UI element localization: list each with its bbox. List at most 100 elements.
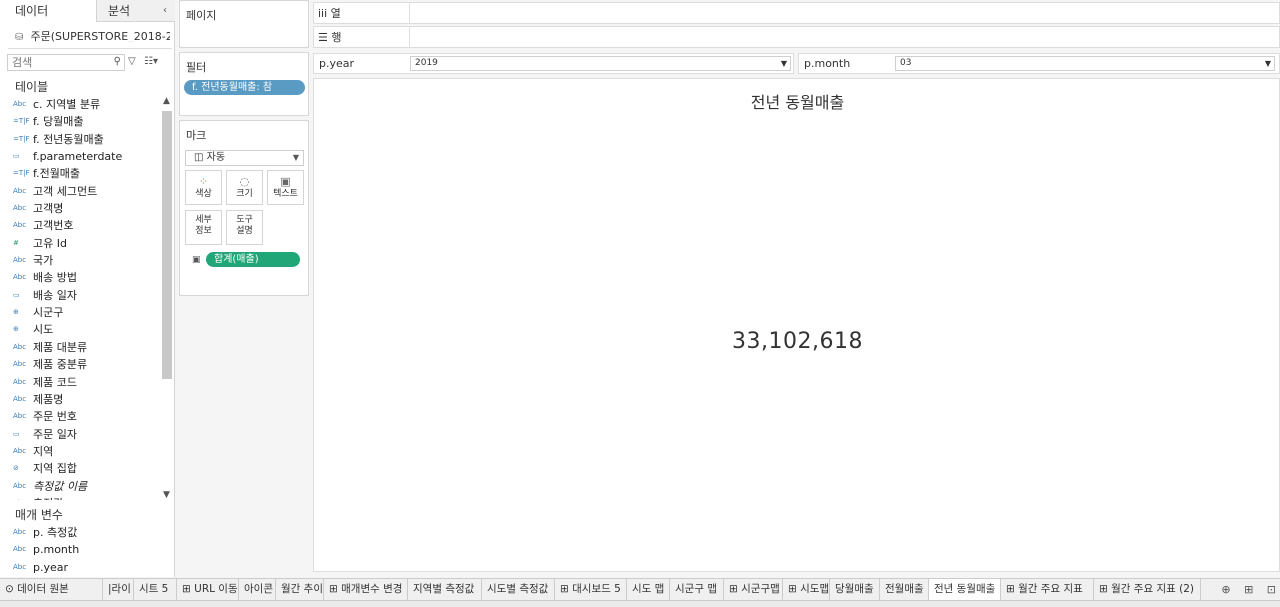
field-list-scrollbar[interactable]: ▲ ▼	[161, 96, 173, 500]
sheet-tab[interactable]: |라이	[103, 579, 134, 600]
color-button[interactable]: ⁘ 색상	[185, 170, 222, 205]
tab-data[interactable]: 데이터	[0, 0, 96, 22]
new-sheet-icons[interactable]: ⊕ ⊞ ⊡	[1221, 579, 1280, 600]
sheet-tab[interactable]: ⊞ 시군구맵	[724, 579, 783, 600]
sheet-tab[interactable]: 시도 맵	[627, 579, 670, 600]
field-item[interactable]: =T|F f.전월매출	[0, 165, 160, 182]
sheet-tab[interactable]: 전월매출	[880, 579, 929, 600]
chevron-down-icon: ▼	[780, 59, 787, 68]
field-item[interactable]: Abc 고객 세그먼트	[0, 183, 160, 200]
parameter-item[interactable]: Abc p. 측정값	[0, 524, 160, 541]
parameter-list: Abc p. 측정값 Abc p.month Abc p.year	[0, 524, 160, 576]
field-item[interactable]: Abc 국가	[0, 252, 160, 269]
field-item[interactable]: Abc 주문 번호	[0, 408, 160, 425]
parameter-item[interactable]: Abc p.month	[0, 541, 160, 558]
collapse-pane-icon[interactable]: ‹	[163, 5, 167, 16]
field-label: 제품 코드	[33, 375, 77, 389]
field-type-icon: Abc	[13, 204, 27, 213]
view-list-icon[interactable]: ☷▾	[144, 56, 158, 67]
marks-title: 마크	[186, 129, 207, 142]
sheet-tab[interactable]: 지역별 측정값	[408, 579, 482, 600]
sheet-tab[interactable]: 월간 추이	[276, 579, 324, 600]
sheet-tab[interactable]: 시군구 맵	[670, 579, 724, 600]
field-item[interactable]: =T|F f. 전년동월매출	[0, 131, 160, 148]
field-item[interactable]: Abc 제품 대분류	[0, 339, 160, 356]
size-button[interactable]: ◌ 크기	[226, 170, 263, 205]
field-item[interactable]: Abc 지역	[0, 443, 160, 460]
field-type-icon: Abc	[13, 377, 27, 386]
field-type-icon: Abc	[13, 495, 33, 500]
sheet-tab[interactable]: ⊞ 시도맵	[783, 579, 830, 600]
field-type-icon: Abc	[13, 342, 27, 351]
field-type-icon: ⊘	[13, 464, 19, 473]
sheet-tab[interactable]: 아이콘	[239, 579, 276, 600]
view-canvas[interactable]: 전년 동월매출 33,102,618	[313, 78, 1280, 572]
field-item[interactable]: ▭ 주문 일자	[0, 426, 160, 443]
detail-button[interactable]: 세부 정보	[185, 210, 222, 245]
scroll-thumb[interactable]	[162, 111, 172, 379]
field-item[interactable]: Abc c. 지역별 분류	[0, 96, 160, 113]
sheet-tab[interactable]: ⊞ 대시보드 5	[555, 579, 627, 600]
sheet-tab-label: 당월매출	[835, 583, 874, 595]
sheet-tab[interactable]: ⊞ 매개변수 변경	[324, 579, 408, 600]
field-item[interactable]: Abc측정값	[0, 495, 160, 500]
field-item[interactable]: ▭ 배송 일자	[0, 287, 160, 304]
search-input[interactable]	[8, 55, 108, 70]
param-month-select[interactable]: 03 ▼	[895, 56, 1275, 71]
field-item[interactable]: ⊕ 시군구	[0, 304, 160, 321]
filter-icon[interactable]: ▽	[128, 56, 136, 67]
param-year-label: p.year	[319, 57, 355, 70]
field-item[interactable]: # 고유 Id	[0, 235, 160, 252]
filters-card[interactable]: 필터 f. 전년동월매출: 참	[179, 52, 309, 116]
field-label: 배송 일자	[33, 288, 77, 302]
measure-pill[interactable]: 합계(매출)	[206, 252, 300, 267]
field-item[interactable]: Abc 고객명	[0, 200, 160, 217]
sheet-tab[interactable]: ⊞ 월간 주요 지표 (2)	[1094, 579, 1201, 600]
divider	[409, 27, 410, 48]
pages-card[interactable]: 페이지	[179, 0, 309, 48]
parameter-item[interactable]: Abc p.year	[0, 559, 160, 576]
field-item[interactable]: Abc 제품명	[0, 391, 160, 408]
mark-type-dropdown[interactable]: ◫ 자동 ▼	[185, 150, 304, 166]
sheet-tab[interactable]: 시도별 측정값	[482, 579, 555, 600]
columns-shelf-label: iii 열	[318, 7, 341, 20]
filter-pill[interactable]: f. 전년동월매출: 참	[184, 80, 305, 95]
scroll-up-icon[interactable]: ▲	[163, 96, 170, 106]
sheet-tab[interactable]: ⊙ 데이터 원본	[0, 579, 103, 600]
field-label: 측정값	[33, 497, 63, 500]
field-item[interactable]: =T|F f. 당월매출	[0, 113, 160, 130]
scroll-down-icon[interactable]: ▼	[163, 490, 170, 500]
detail-label: 세부 정보	[195, 215, 212, 236]
kpi-value[interactable]: 33,102,618	[314, 329, 1280, 354]
filters-title: 필터	[186, 61, 207, 74]
field-item[interactable]: Abc 배송 방법	[0, 269, 160, 286]
field-label: 주문 번호	[33, 410, 77, 424]
param-month-control: p.month 03 ▼	[798, 53, 1280, 74]
field-label: f. 당월매출	[33, 115, 84, 129]
new-worksheet-icon[interactable]: ⊕	[1221, 583, 1230, 596]
text-button[interactable]: ▣ 텍스트	[267, 170, 304, 205]
sheet-tab[interactable]: ⊞ 월간 주요 지표	[1001, 579, 1094, 600]
columns-shelf[interactable]: iii 열	[313, 2, 1280, 24]
field-item[interactable]: Abc 제품 중분류	[0, 356, 160, 373]
field-item[interactable]: Abc 고객번호	[0, 217, 160, 234]
datasource-item[interactable]: ⛁ 주문(SUPERSTORE_2018-2...	[15, 28, 170, 42]
rows-shelf[interactable]: ☰ 행	[313, 26, 1280, 48]
rows-shelf-label: ☰ 행	[318, 31, 342, 44]
sheet-tab[interactable]: 전년 동월매출	[929, 579, 1001, 600]
field-type-icon: Abc	[13, 545, 27, 554]
search-icon[interactable]: ⚲	[114, 56, 121, 67]
field-item[interactable]: ⊘ 지역 집합	[0, 460, 160, 477]
new-story-icon[interactable]: ⊡	[1267, 583, 1276, 596]
field-item[interactable]: Abc 제품 코드	[0, 374, 160, 391]
field-item[interactable]: ▭ f.parameterdate	[0, 148, 160, 165]
param-year-select[interactable]: 2019 ▼	[410, 56, 791, 71]
tableau-workbook: 데이터 분석 ‹ ⛁ 주문(SUPERSTORE_2018-2... ⚲ ▽ ☷…	[0, 0, 1280, 607]
field-item[interactable]: ⊕ 시도	[0, 321, 160, 338]
sheet-tab[interactable]: 당월매출	[830, 579, 880, 600]
sheet-tab[interactable]: ⊞ URL 이동	[177, 579, 239, 600]
field-item[interactable]: Abc 측정값 이름	[0, 478, 160, 495]
sheet-tab[interactable]: 시트 5	[134, 579, 177, 600]
tooltip-button[interactable]: 도구 설명	[226, 210, 263, 245]
new-dashboard-icon[interactable]: ⊞	[1244, 583, 1253, 596]
